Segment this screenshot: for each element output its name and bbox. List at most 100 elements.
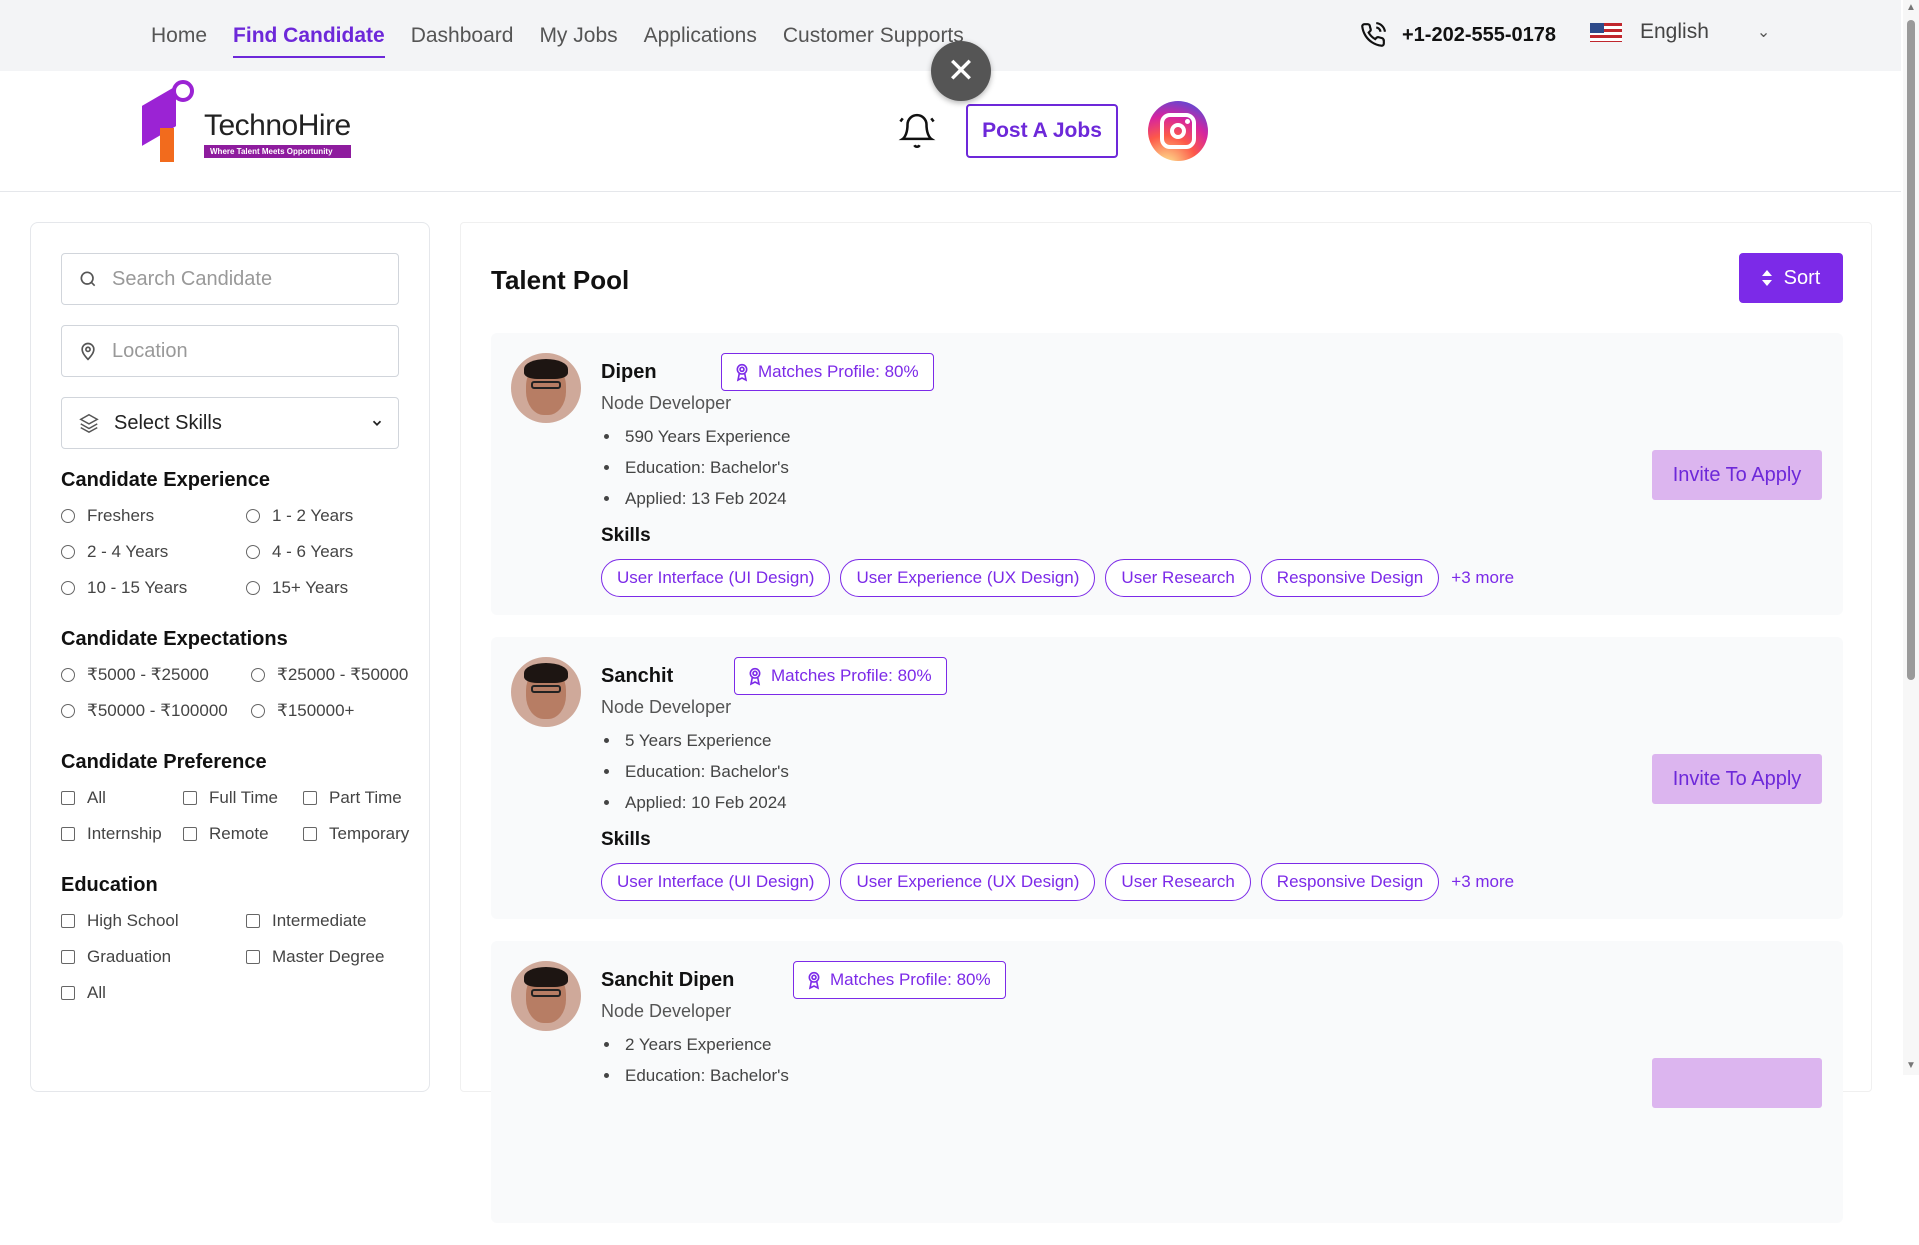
experience-option[interactable]: 2 - 4 Years (61, 542, 246, 562)
avatar[interactable] (511, 657, 581, 727)
expectation-option[interactable]: ₹5000 - ₹25000 (61, 665, 246, 685)
phone-number: +1-202-555-0178 (1402, 23, 1557, 46)
skill-chip[interactable]: User Experience (UX Design) (840, 559, 1096, 597)
preference-option[interactable]: All (61, 788, 183, 808)
expectation-option[interactable]: ₹150000+ (251, 701, 431, 721)
candidate-name[interactable]: Sanchit (601, 665, 673, 688)
candidate-card: Sanchit Matches Profile: 80% Node Develo… (491, 637, 1843, 919)
education-option[interactable]: Master Degree (246, 947, 431, 967)
skill-chip[interactable]: User Interface (UI Design) (601, 863, 831, 901)
skill-chip[interactable]: User Research (1105, 863, 1251, 901)
invite-to-apply-button[interactable]: Invite To Apply (1652, 754, 1822, 804)
match-badge: Matches Profile: 80% (793, 961, 1006, 999)
candidate-card: Dipen Matches Profile: 80% Node Develope… (491, 333, 1843, 615)
candidate-name[interactable]: Dipen (601, 361, 657, 384)
skills-heading: Skills (601, 525, 651, 546)
more-skills-link[interactable]: +3 more (1451, 568, 1514, 588)
search-candidate-field[interactable] (61, 253, 399, 305)
candidate-role: Node Developer (601, 393, 732, 413)
expectations-options: ₹5000 - ₹25000 ₹25000 - ₹50000 ₹50000 - … (61, 665, 408, 721)
phone-icon (1361, 22, 1386, 47)
education-option[interactable]: High School (61, 911, 246, 931)
education-option[interactable]: Intermediate (246, 911, 431, 931)
instagram-icon[interactable] (1148, 101, 1208, 161)
sort-button[interactable]: Sort (1739, 253, 1843, 303)
candidate-facts: 5 Years Experience Education: Bachelor's… (621, 731, 789, 824)
bell-icon[interactable] (898, 111, 936, 151)
location-input[interactable] (112, 339, 372, 363)
candidate-card: Sanchit Dipen Matches Profile: 80% Node … (491, 941, 1843, 1223)
preference-option[interactable]: Full Time (183, 788, 303, 808)
location-field[interactable] (61, 325, 399, 377)
top-navigation: Home Find Candidate Dashboard My Jobs Ap… (138, 0, 977, 71)
experience-fact: 2 Years Experience (621, 1035, 789, 1055)
skill-chip[interactable]: User Experience (UX Design) (840, 863, 1096, 901)
avatar[interactable] (511, 353, 581, 423)
scroll-up-arrow-icon[interactable]: ▲ (1906, 2, 1916, 13)
preference-option[interactable]: Part Time (303, 788, 423, 808)
contact-phone[interactable]: +1-202-555-0178 (1360, 22, 1556, 48)
preference-option[interactable]: Internship (61, 824, 183, 844)
invite-to-apply-button[interactable] (1652, 1058, 1822, 1108)
skills-select-label: Select Skills (114, 411, 222, 434)
nav-home[interactable]: Home (138, 0, 220, 71)
nav-my-jobs[interactable]: My Jobs (526, 0, 630, 71)
search-input[interactable] (112, 267, 372, 291)
layers-icon (79, 413, 99, 434)
nav-find-candidate[interactable]: Find Candidate (220, 0, 398, 71)
candidate-list: Dipen Matches Profile: 80% Node Develope… (491, 333, 1843, 1245)
skills-select[interactable]: Select Skills (61, 397, 399, 449)
experience-fact: 5 Years Experience (621, 731, 789, 751)
candidate-name[interactable]: Sanchit Dipen (601, 969, 734, 992)
nav-dashboard[interactable]: Dashboard (398, 0, 527, 71)
experience-option[interactable]: 1 - 2 Years (246, 506, 431, 526)
post-job-button[interactable]: Post A Jobs (966, 104, 1118, 158)
education-fact: Education: Bachelor's (621, 458, 790, 478)
experience-options: Freshers 1 - 2 Years 2 - 4 Years 4 - 6 Y… (61, 506, 399, 598)
candidate-role: Node Developer (601, 697, 732, 717)
invite-to-apply-button[interactable]: Invite To Apply (1652, 450, 1822, 500)
award-badge-icon (736, 363, 748, 382)
chevron-down-icon (372, 420, 382, 426)
education-fact: Education: Bachelor's (621, 1066, 789, 1086)
scrollbar-thumb[interactable] (1907, 20, 1915, 680)
sort-label: Sort (1783, 266, 1821, 289)
experience-option[interactable]: 4 - 6 Years (246, 542, 431, 562)
education-fact: Education: Bachelor's (621, 762, 789, 782)
skill-chip[interactable]: User Interface (UI Design) (601, 559, 831, 597)
experience-option[interactable]: 15+ Years (246, 578, 431, 598)
experience-option[interactable]: Freshers (61, 506, 246, 526)
expectations-filter-title: Candidate Expectations (61, 628, 288, 650)
applied-fact: Applied: 10 Feb 2024 (621, 793, 789, 813)
us-flag-icon (1590, 22, 1622, 42)
candidate-facts: 590 Years Experience Education: Bachelor… (621, 427, 790, 520)
skill-chips: User Interface (UI Design) User Experien… (601, 863, 1514, 901)
more-skills-link[interactable]: +3 more (1451, 872, 1514, 892)
close-icon[interactable]: ✕ (931, 41, 991, 101)
skill-chips: User Interface (UI Design) User Experien… (601, 559, 1514, 597)
skill-chip[interactable]: User Research (1105, 559, 1251, 597)
preference-option[interactable]: Temporary (303, 824, 423, 844)
page-scrollbar[interactable]: ▲ ▼ (1903, 0, 1919, 1075)
experience-option[interactable]: 10 - 15 Years (61, 578, 246, 598)
skill-chip[interactable]: Responsive Design (1260, 559, 1440, 597)
language-selector[interactable]: English ⌄ (1590, 20, 1770, 44)
expectation-option[interactable]: ₹25000 - ₹50000 (251, 665, 431, 685)
nav-applications[interactable]: Applications (631, 0, 770, 71)
preference-option[interactable]: Remote (183, 824, 303, 844)
education-option[interactable]: Graduation (61, 947, 246, 967)
experience-filter-title: Candidate Experience (61, 469, 270, 491)
skill-chip[interactable]: Responsive Design (1260, 863, 1440, 901)
education-option[interactable]: All (61, 983, 246, 1003)
sort-icon (1761, 270, 1772, 286)
talent-pool-panel: Talent Pool Sort Dipen Matches Profile: … (460, 222, 1872, 1223)
expectation-option[interactable]: ₹50000 - ₹100000 (61, 701, 246, 721)
applied-fact: Applied: 13 Feb 2024 (621, 489, 790, 509)
candidate-facts: 2 Years Experience Education: Bachelor's (621, 1035, 789, 1097)
page-title: Talent Pool (491, 265, 630, 295)
award-badge-icon (808, 971, 820, 990)
brand-logo[interactable]: TechnoHire Where Talent Meets Opportunit… (138, 76, 351, 166)
scroll-down-arrow-icon[interactable]: ▼ (1906, 1060, 1916, 1071)
avatar[interactable] (511, 961, 581, 1031)
brand-tagline: Where Talent Meets Opportunity (204, 145, 351, 158)
